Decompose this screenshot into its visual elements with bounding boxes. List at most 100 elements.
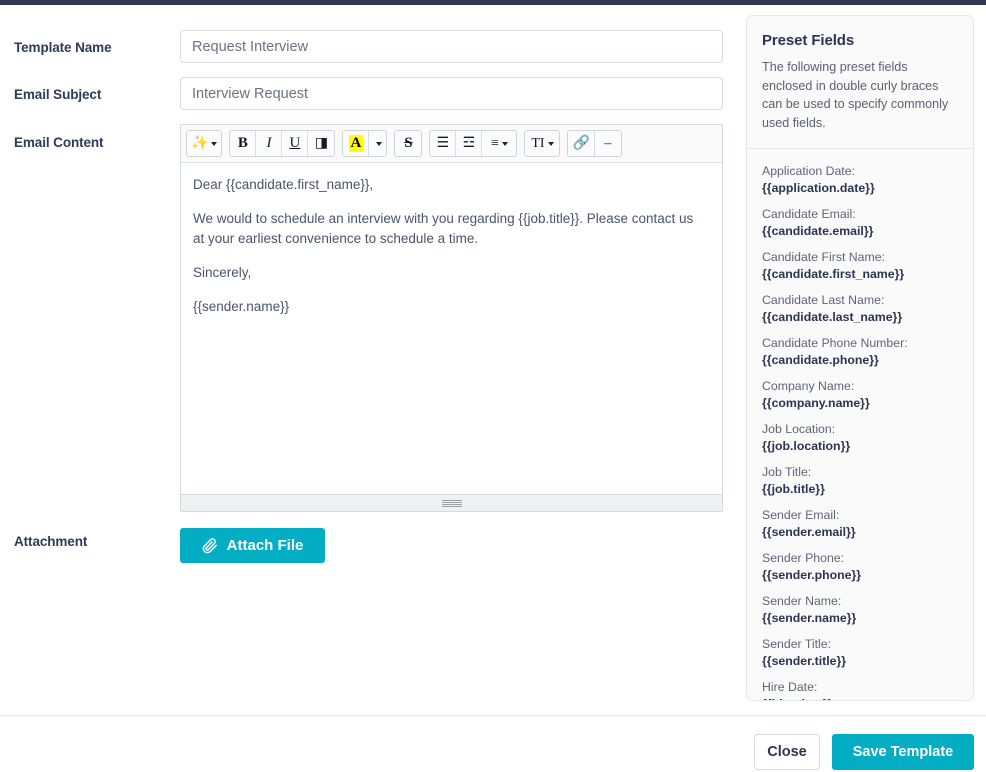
preset-field-label: Candidate Email: [762, 207, 856, 221]
preset-field-token: {{sender.name}} [762, 611, 857, 625]
preset-field-label: Candidate First Name: [762, 250, 886, 264]
resize-grip-icon [441, 499, 462, 507]
preset-field-item[interactable]: Hire Date: {{hire.date}} [762, 679, 958, 700]
chevron-down-icon [547, 141, 554, 146]
toolbar-group-strikethrough: S [394, 130, 423, 157]
attach-file-button[interactable]: Attach File [180, 528, 325, 563]
preset-field-label: Sender Phone: [762, 551, 845, 565]
preset-field-item[interactable]: Sender Email: {{sender.email}} [762, 507, 958, 541]
preset-field-item[interactable]: Application Date: {{application.date}} [762, 163, 958, 197]
preset-field-item[interactable]: Sender Phone: {{sender.phone}} [762, 550, 958, 584]
preset-field-token: {{candidate.email}} [762, 224, 874, 238]
magic-wand-styles-icon[interactable]: ✨ [187, 131, 222, 156]
email-content-paragraph: Sincerely, [193, 265, 252, 280]
email-content-paragraph: We would to schedule an interview with y… [193, 211, 694, 246]
preset-field-token: {{sender.email}} [762, 525, 856, 539]
insert-link-icon[interactable]: 🔗 [568, 131, 595, 156]
preset-field-token: {{candidate.phone}} [762, 353, 879, 367]
bold-icon[interactable]: B [230, 131, 257, 156]
toolbar-group-insert: 🔗 – [567, 130, 622, 157]
text-size-icon[interactable]: TI [525, 131, 560, 156]
preset-field-label: Job Title: [762, 465, 812, 479]
preset-field-label: Sender Email: [762, 508, 840, 522]
preset-field-item[interactable]: Job Location: {{job.location}} [762, 421, 958, 455]
preset-field-label: Candidate Last Name: [762, 293, 885, 307]
ordered-list-icon[interactable]: ☲ [456, 131, 483, 156]
template-name-input[interactable] [180, 30, 723, 63]
preset-field-label: Company Name: [762, 379, 855, 393]
email-content-label: Email Content [14, 135, 104, 150]
editor-resize-handle[interactable] [181, 494, 722, 511]
preset-fields-header: Preset Fields The following preset field… [747, 16, 973, 149]
preset-field-item[interactable]: Job Title: {{job.title}} [762, 464, 958, 498]
toolbar-group-lists-align: ☰ ☲ ≡ [429, 130, 518, 157]
preset-field-label: Candidate Phone Number: [762, 336, 908, 350]
preset-field-item[interactable]: Candidate Last Name: {{candidate.last_nam… [762, 292, 958, 326]
chevron-down-icon [211, 141, 218, 146]
unordered-list-icon[interactable]: ☰ [430, 131, 457, 156]
ordered-list-icon-glyph: ☲ [462, 136, 476, 151]
preset-field-item[interactable]: Company Name: {{company.name}} [762, 378, 958, 412]
preset-fields-list: Application Date: {{application.date}} Can… [747, 149, 973, 700]
preset-field-label: Application Date: [762, 164, 855, 178]
preset-field-token: {{application.date}} [762, 181, 875, 195]
preset-field-item[interactable]: Candidate Phone Number: {{candidate.phone… [762, 335, 958, 369]
preset-field-token: {{company.name}} [762, 396, 870, 410]
footer-actions: Close Save Template [754, 734, 974, 770]
insert-link-icon-glyph: 🔗 [572, 136, 590, 151]
color-dropdown-caret-icon[interactable] [369, 131, 387, 156]
text-size-icon-glyph: TI [531, 135, 545, 151]
bold-icon-glyph: B [237, 135, 248, 151]
preset-field-label: Hire Date: [762, 680, 818, 694]
rich-text-editor: ✨ B I U ◨ A S ☰ ☲ ≡ TI 🔗 – Dear {{candidate.first_na… [180, 124, 723, 512]
dialog-footer: Close Save Template [0, 715, 986, 772]
email-template-editor-page: Template Name Email Subject Email Conten… [0, 0, 986, 772]
preset-field-label: Job Location: [762, 422, 836, 436]
close-button[interactable]: Close [754, 734, 820, 770]
unordered-list-icon-glyph: ☰ [436, 136, 450, 151]
attachment-label: Attachment [14, 534, 88, 549]
text-highlight-color-icon-glyph: A [348, 135, 364, 152]
magic-wand-styles-icon-glyph: ✨ [191, 136, 209, 151]
email-subject-label: Email Subject [14, 87, 102, 102]
toolbar-group-styles: ✨ [186, 130, 223, 157]
align-icon[interactable]: ≡ [482, 131, 517, 156]
preset-field-token: {{job.title}} [762, 482, 825, 496]
preset-field-label: Sender Title: [762, 637, 832, 651]
toolbar-group-text-format: B I U ◨ [229, 130, 336, 157]
preset-field-item[interactable]: Candidate First Name: {{candidate.first_n… [762, 249, 958, 283]
toolbar-group-paragraph-format: TI [524, 130, 561, 157]
preset-field-label: Sender Name: [762, 594, 842, 608]
chevron-down-icon [501, 141, 508, 146]
remove-format-icon-glyph: ◨ [314, 136, 329, 151]
preset-field-token: {{candidate.last_name}} [762, 310, 903, 324]
email-content-textarea[interactable]: Dear {{candidate.first_name}}, We would t… [181, 163, 722, 494]
align-icon-glyph: ≡ [490, 135, 499, 151]
template-form: Template Name Email Subject Email Conten… [0, 5, 740, 715]
preset-field-item[interactable]: Sender Name: {{sender.name}} [762, 593, 958, 627]
text-highlight-color-icon[interactable]: A [343, 131, 370, 156]
italic-icon[interactable]: I [256, 131, 283, 156]
email-subject-input[interactable] [180, 77, 723, 110]
toolbar-group-color: A [342, 130, 388, 157]
preset-field-token: {{candidate.first_name}} [762, 267, 905, 281]
italic-icon-glyph: I [266, 135, 272, 151]
preset-fields-description: The following preset fields enclosed in … [762, 60, 949, 130]
strikethrough-icon[interactable]: S [395, 131, 422, 156]
preset-field-item[interactable]: Candidate Email: {{candidate.email}} [762, 206, 958, 240]
underline-icon-glyph: U [289, 135, 301, 151]
preset-field-token: {{sender.phone}} [762, 568, 862, 582]
strikethrough-icon-glyph: S [404, 135, 413, 151]
preset-field-item[interactable]: Sender Title: {{sender.title}} [762, 636, 958, 670]
underline-icon[interactable]: U [282, 131, 309, 156]
horizontal-rule-icon[interactable]: – [594, 131, 621, 156]
email-content-paragraph: Dear {{candidate.first_name}}, [193, 177, 374, 192]
editor-toolbar: ✨ B I U ◨ A S ☰ ☲ ≡ TI 🔗 – [181, 125, 722, 163]
horizontal-rule-icon-glyph: – [604, 135, 612, 151]
chevron-down-icon [376, 141, 383, 146]
preset-field-token: {{hire.date}} [762, 696, 958, 700]
remove-format-icon[interactable]: ◨ [308, 131, 335, 156]
preset-field-token: {{sender.title}} [762, 654, 847, 668]
save-template-button[interactable]: Save Template [832, 734, 974, 770]
preset-fields-panel: Preset Fields The following preset field… [746, 15, 974, 701]
